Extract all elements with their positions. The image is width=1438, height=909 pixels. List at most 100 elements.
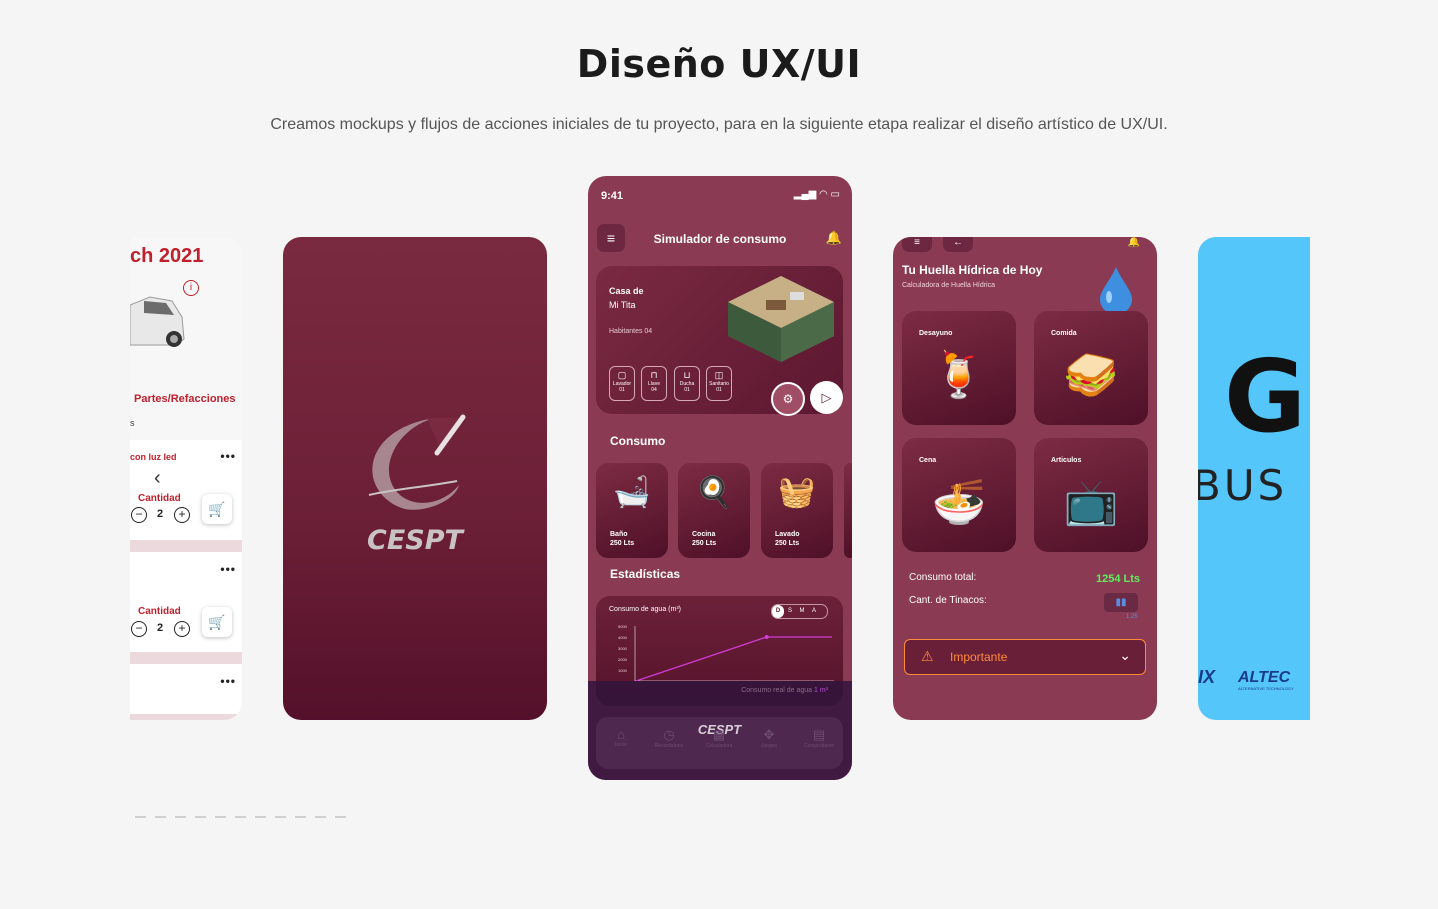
mockup-card-splash[interactable]: CESPT — [283, 237, 547, 720]
y-tick-label: 5000 — [618, 624, 627, 629]
series-line — [635, 636, 832, 681]
sandwich-beer-3d-icon: 🥪 — [1063, 351, 1119, 400]
chevron-left-icon[interactable]: ‹ — [154, 467, 161, 490]
partner-altec-sub: ALTERNATIVE TECHNOLOGY — [1238, 686, 1294, 691]
carousel-dot[interactable] — [135, 816, 146, 818]
quantity-label: Cantidad — [138, 606, 181, 617]
more-options-icon[interactable]: ••• — [220, 449, 236, 463]
carousel-dot[interactable] — [235, 816, 246, 818]
water-tank-icon: ▮▮ — [1104, 593, 1138, 612]
tinacos-value: 1.25 — [1126, 614, 1138, 620]
nav-recordatorio[interactable]: ◷ Recordatorio — [646, 727, 692, 749]
seg-m[interactable]: M — [796, 605, 808, 618]
more-options-icon[interactable]: ••• — [220, 562, 236, 576]
receipt-icon: ▤ — [812, 727, 826, 742]
card1-heading: ch 2021 — [130, 245, 204, 267]
estadisticas-title: Estadísticas — [610, 567, 681, 581]
section-partes: Partes/Refacciones — [134, 393, 236, 405]
app-title: Simulador de consumo — [653, 232, 787, 246]
cart-button[interactable]: 🛒 — [202, 607, 232, 637]
chip-ducha[interactable]: ⊔ Ducha 01 — [674, 366, 700, 401]
consumo-real-note: Consumo real de agua 1 m³ — [741, 687, 828, 694]
carousel-dot[interactable] — [175, 816, 186, 818]
page-subtitle: Creamos mockups y flujos de acciones ini… — [270, 116, 1168, 133]
period-selector[interactable]: DSMA — [771, 604, 828, 619]
carousel-dot[interactable] — [295, 816, 306, 818]
carousel-dot[interactable] — [315, 816, 326, 818]
divider — [130, 652, 242, 664]
appliances-button[interactable]: ⚙ — [771, 382, 805, 416]
carousel-dot[interactable] — [155, 816, 166, 818]
cespt-logo-mark — [368, 414, 466, 510]
cart-button[interactable]: 🛒 — [202, 494, 232, 524]
back-arrow-icon[interactable]: ← — [943, 237, 973, 252]
carousel-dot[interactable] — [215, 816, 226, 818]
y-tick-label: 4000 — [618, 635, 627, 640]
nav-inicio[interactable]: ⌂ Inicio — [598, 727, 644, 748]
carousel-dot[interactable] — [255, 816, 266, 818]
carousel-dot[interactable] — [335, 816, 346, 818]
section-text: s — [130, 418, 135, 428]
warning-icon: ⚠ — [921, 648, 934, 664]
consumo-total-value: 1254 Lts — [1095, 573, 1140, 585]
product-name: con luz led — [130, 452, 177, 462]
nav-comprobante[interactable]: ▤ Comprobante — [796, 727, 842, 749]
carousel-dot[interactable] — [275, 816, 286, 818]
gamepad-icon: ✥ — [763, 727, 775, 742]
quantity-value: 2 — [157, 622, 164, 634]
consumo-more[interactable] — [844, 463, 852, 558]
chart-title: Consumo de agua (m³) — [609, 606, 681, 613]
more-options-icon[interactable]: ••• — [220, 674, 236, 688]
house-card[interactable]: Casa de Mi Tita Habitantes 04 ▢ Lavador 01… — [596, 266, 843, 414]
shower-icon: ⊔ — [683, 370, 691, 380]
signal-wifi-battery-icon: ▂▄▆ ◠ ▭ — [793, 189, 840, 200]
tile-cena[interactable]: Cena 🍜 — [902, 438, 1016, 552]
quantity-label: Cantidad — [138, 493, 181, 504]
faucet-icon: ⊓ — [650, 370, 658, 380]
importante-label: Importante — [950, 650, 1008, 664]
washer-icon: ▢ — [617, 370, 627, 380]
phone-simulator[interactable]: 9:41 ▂▄▆ ◠ ▭ ≡ Simulador de consumo 🔔 Ca… — [588, 176, 852, 780]
bell-icon[interactable]: 🔔 — [1119, 237, 1149, 252]
isometric-room-image — [728, 276, 834, 362]
bus-logo-word: BUS — [1198, 461, 1288, 510]
consumo-cocina[interactable]: 🍳 Cocina 250 Lts — [678, 463, 750, 558]
quantity-value: 2 — [157, 508, 164, 520]
importante-dropdown[interactable]: ⚠ Importante ⌄ — [904, 639, 1146, 675]
mockup-card-bus[interactable]: G BUS IX ALTEC ALTERNATIVE TECHNOLOGY — [1198, 237, 1310, 720]
seg-s[interactable]: S — [784, 605, 796, 618]
carousel-dot[interactable] — [195, 816, 206, 818]
play-icon[interactable]: ▷ — [810, 381, 843, 414]
minus-icon[interactable]: − — [131, 507, 147, 523]
chip-llave[interactable]: ⊓ Llave 04 — [641, 366, 667, 401]
mockup-card-huella[interactable]: ≡ ← 🔔 Tu Huella Hídrica de Hoy Calculado… — [893, 237, 1157, 720]
tv-furniture-3d-icon: 📺 — [1063, 478, 1119, 527]
nav-juegos[interactable]: ✥ Juegos — [746, 727, 792, 749]
y-tick-label: 1000 — [618, 668, 627, 673]
huella-subtitle: Calculadora de Huella Hídrica — [902, 282, 995, 289]
tile-comida[interactable]: Comida 🥪 — [1034, 311, 1148, 425]
consumo-bano[interactable]: 🛁 Baño 250 Lts — [596, 463, 668, 558]
consumo-lavado[interactable]: 🧺 Lavado 250 Lts — [761, 463, 833, 558]
plus-icon[interactable]: + — [174, 507, 190, 523]
car-image — [130, 296, 185, 347]
bus-logo-letter: G — [1224, 338, 1307, 455]
huella-title: Tu Huella Hídrica de Hoy — [902, 263, 1043, 277]
ramen-bowl-3d-icon: 🍜 — [931, 478, 987, 527]
water-drop-icon — [1100, 267, 1132, 314]
consumo-total-label: Consumo total: — [909, 572, 977, 583]
bell-icon[interactable]: 🔔 — [826, 230, 842, 246]
chip-lavador[interactable]: ▢ Lavador 01 — [609, 366, 635, 401]
cart-item — [130, 664, 242, 714]
nav-calculadora[interactable]: ▦ Calculadora — [696, 727, 742, 749]
data-point — [764, 635, 769, 639]
mockup-card-autoparts[interactable]: ch 2021 i Partes/Refacciones s con luz l… — [130, 237, 242, 720]
seg-a[interactable]: A — [808, 605, 820, 618]
hamburger-menu-icon[interactable]: ≡ — [902, 237, 932, 252]
plus-icon[interactable]: + — [174, 621, 190, 637]
seg-d[interactable]: D — [772, 605, 784, 618]
tile-articulos[interactable]: Articulos 📺 — [1034, 438, 1148, 552]
tile-desayuno[interactable]: Desayuno 🍹 — [902, 311, 1016, 425]
chip-sanitario[interactable]: ◫ Sanitario 01 — [706, 366, 732, 401]
minus-icon[interactable]: − — [131, 621, 147, 637]
